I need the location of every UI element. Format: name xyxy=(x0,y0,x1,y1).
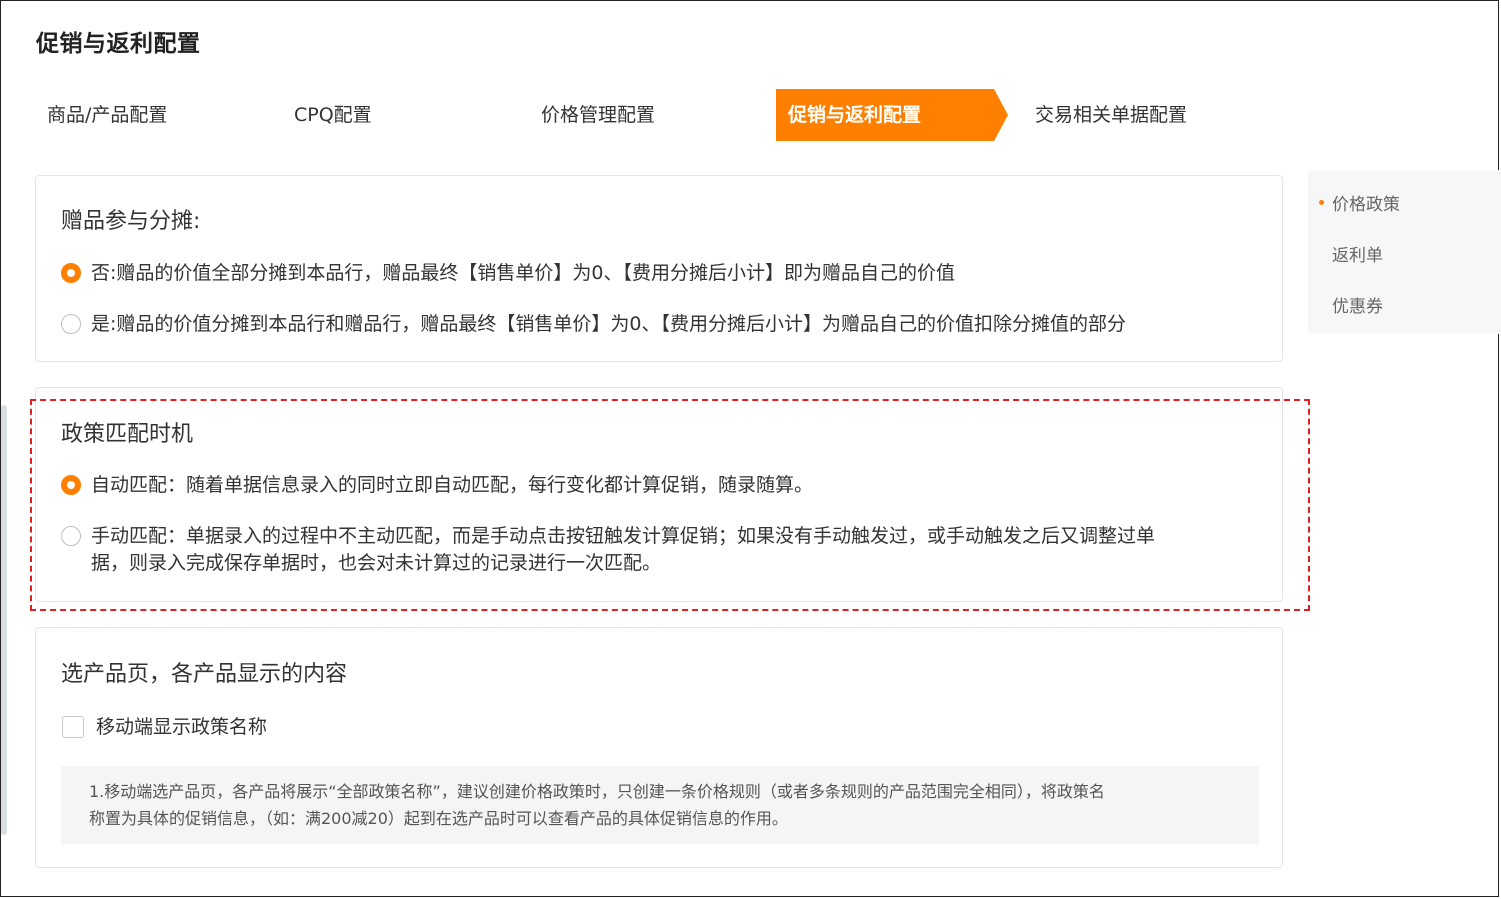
tab-cpq-config[interactable]: CPQ配置 xyxy=(282,89,514,141)
side-item-rebate[interactable]: 返利单 xyxy=(1332,241,1383,266)
policy-match-title: 政策匹配时机 xyxy=(61,422,194,447)
radio-no[interactable] xyxy=(61,263,81,283)
mobile-policy-name-label[interactable]: 移动端显示政策名称 xyxy=(96,712,267,739)
side-item-coupon[interactable]: 优惠券 xyxy=(1332,292,1383,317)
tab-product-config[interactable]: 商品/产品配置 xyxy=(35,89,267,141)
side-anchor-nav: 价格政策 返利单 优惠券 xyxy=(1308,170,1501,334)
help-note: 1.移动端选产品页，各产品将展示“全部政策名称”，建议创建价格政策时，只创建一条… xyxy=(61,766,1259,844)
product-display-card: 选产品页，各产品显示的内容 移动端显示政策名称 1.移动端选产品页，各产品将展示… xyxy=(35,627,1283,868)
side-item-price-policy[interactable]: 价格政策 xyxy=(1332,190,1400,215)
tab-price-config[interactable]: 价格管理配置 xyxy=(529,89,761,141)
tab-transaction-docs-config[interactable]: 交易相关单据配置 xyxy=(1023,89,1255,141)
gift-allocation-card: 赠品参与分摊: 否:赠品的价值全部分摊到本品行，赠品最终【销售单价】为0、【费用… xyxy=(35,175,1283,362)
active-dot-icon xyxy=(1319,200,1324,205)
radio-auto-match[interactable] xyxy=(61,475,81,495)
tab-promotion-rebate-config[interactable]: 促销与返利配置 xyxy=(776,89,1008,141)
policy-match-card: 政策匹配时机 自动匹配：随着单据信息录入的同时立即自动匹配，每行变化都计算促销，… xyxy=(35,387,1283,602)
gift-allocation-title: 赠品参与分摊: xyxy=(61,209,201,234)
radio-yes[interactable] xyxy=(61,314,81,334)
page-title: 促销与返利配置 xyxy=(36,31,201,57)
scrollbar[interactable] xyxy=(1,405,7,835)
mobile-policy-name-checkbox[interactable] xyxy=(62,716,84,738)
product-display-title: 选产品页，各产品显示的内容 xyxy=(61,662,348,687)
radio-manual-match[interactable] xyxy=(61,526,81,546)
